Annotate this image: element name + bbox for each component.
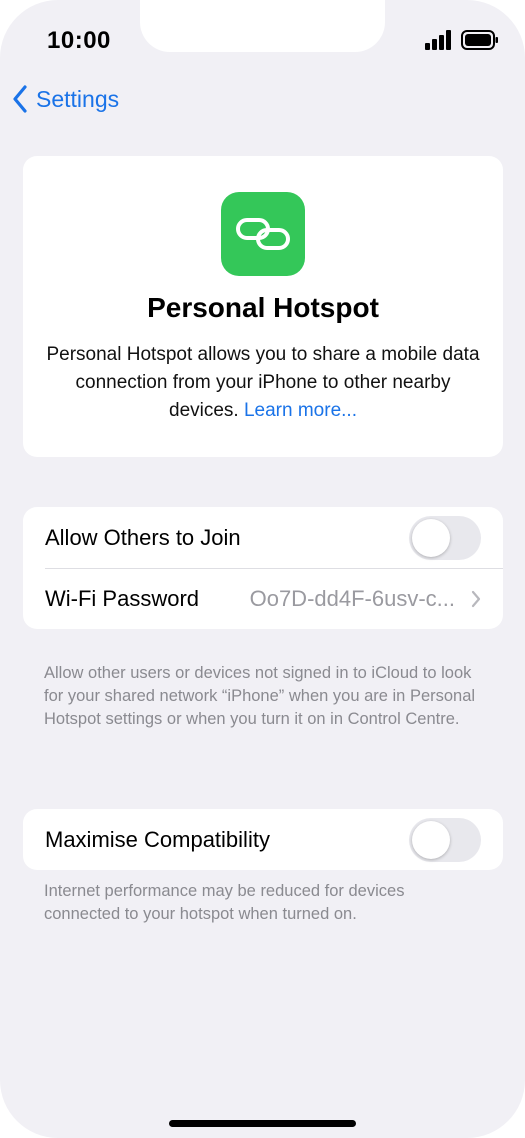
chevron-left-icon xyxy=(13,85,27,113)
hero-description: Personal Hotspot allows you to share a m… xyxy=(43,341,483,425)
status-icons xyxy=(425,30,499,50)
learn-more-link[interactable]: Learn more... xyxy=(244,400,357,421)
allow-others-footnote: Allow other users or devices not signed … xyxy=(44,664,476,728)
link-icon xyxy=(221,192,305,276)
wifi-password-value: Oo7D-dd4F-6usv-c... xyxy=(249,585,455,611)
hotspot-settings-group: Allow Others to Join Wi-Fi Password Oo7D… xyxy=(23,507,503,629)
wifi-password-row[interactable]: Wi-Fi Password Oo7D-dd4F-6usv-c... xyxy=(23,568,503,629)
home-indicator[interactable] xyxy=(169,1120,356,1127)
allow-others-label: Allow Others to Join xyxy=(45,524,241,550)
battery-icon xyxy=(461,30,498,50)
hotspot-info-card: Personal Hotspot Personal Hotspot allows… xyxy=(23,156,503,457)
back-button[interactable]: Settings xyxy=(12,85,119,113)
toggle-knob xyxy=(412,820,450,859)
compatibility-footnote: Internet performance may be reduced for … xyxy=(44,882,405,923)
chevron-right-icon xyxy=(471,590,481,607)
phone-screen: 10:00 Settings Personal Hotspot Personal… xyxy=(0,0,525,1138)
wifi-password-label: Wi-Fi Password xyxy=(45,585,200,611)
notch xyxy=(140,0,385,52)
allow-others-toggle[interactable] xyxy=(409,515,481,560)
maximise-compatibility-label: Maximise Compatibility xyxy=(45,826,270,852)
maximise-compatibility-toggle[interactable] xyxy=(409,817,481,862)
page-title: Personal Hotspot xyxy=(147,292,379,323)
allow-others-row[interactable]: Allow Others to Join xyxy=(23,507,503,568)
compatibility-group: Maximise Compatibility xyxy=(23,809,503,870)
maximise-compatibility-row[interactable]: Maximise Compatibility xyxy=(23,809,503,870)
back-label: Settings xyxy=(36,85,120,112)
status-time: 10:00 xyxy=(47,27,111,54)
signal-icon xyxy=(425,30,451,50)
toggle-knob xyxy=(412,518,450,557)
